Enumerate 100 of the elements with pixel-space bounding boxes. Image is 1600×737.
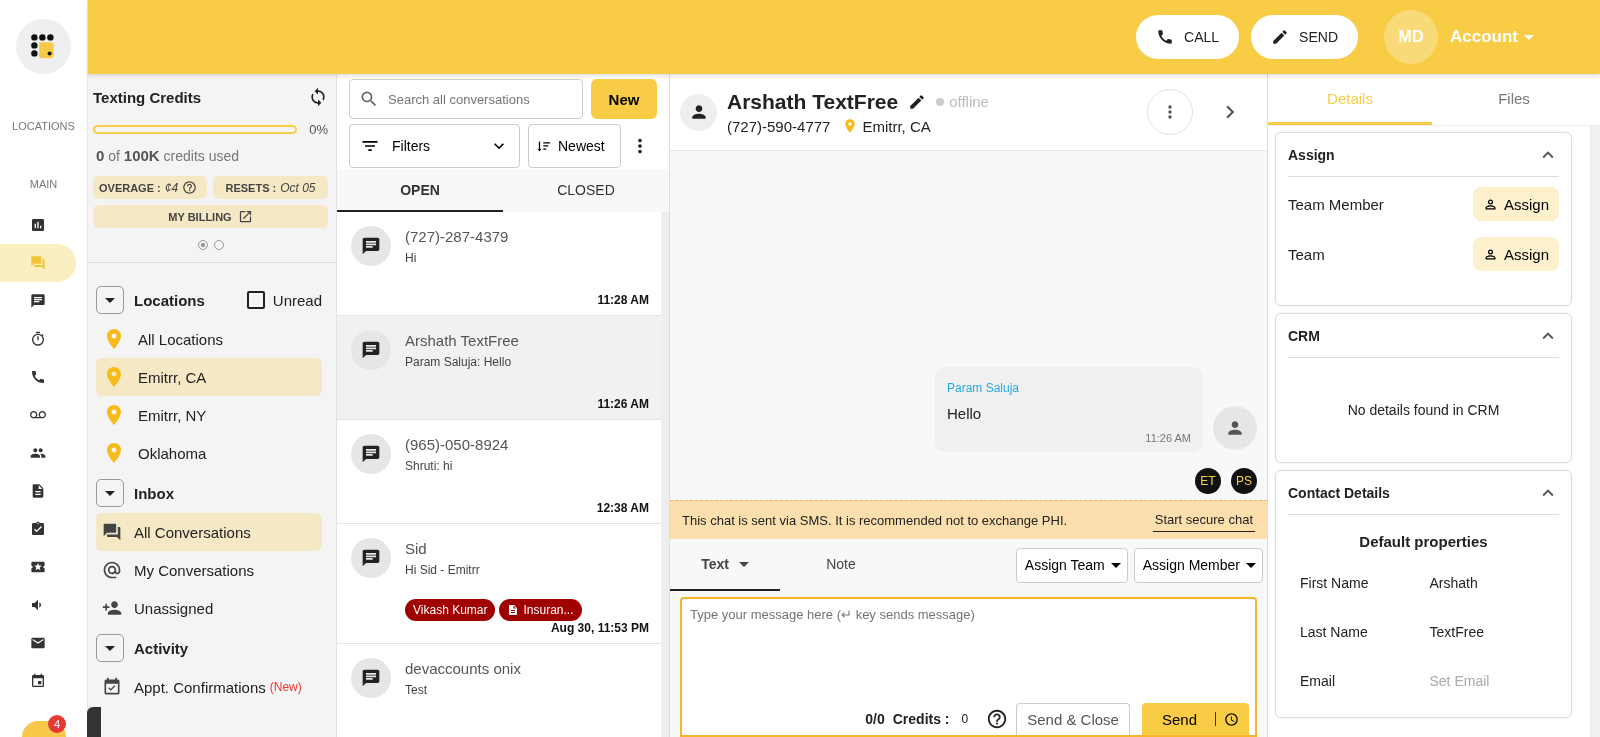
field-label: First Name [1300,574,1370,591]
people-icon [29,445,46,461]
calendar-icon [29,673,46,689]
person-avatar-icon [1213,406,1257,450]
section-subtitle: Default properties [1358,533,1489,550]
phone-icon [29,369,46,385]
participant-avatar: ET [1195,468,1221,494]
pencil-icon [1271,28,1290,46]
sidebar-item[interactable]: Emitrr, CA [96,358,322,396]
section-title: Inbox [134,484,174,502]
rail-section-label: MAIN [29,178,58,190]
message-time: 11:26 AM [1144,432,1191,444]
refresh-icon[interactable] [308,87,328,107]
credits-title: Texting Credits [93,88,202,106]
sidebar-item[interactable]: All Conversations [96,513,322,551]
contact-name: devaccounts onix [405,660,522,677]
percent-label: 0% [309,122,328,137]
message-preview: Shruti: hi [405,459,454,473]
contact-name: Sid [405,540,428,557]
caret-icon [105,297,115,303]
chat-icon [29,293,46,309]
new-button[interactable]: New [591,79,657,119]
page-dot[interactable] [197,240,208,250]
send-close-button[interactable]: Send & Close [1016,703,1130,735]
send-button[interactable]: Send [1141,703,1249,735]
collapse-handle[interactable] [87,707,101,737]
card-title: Contact Details [1288,484,1390,501]
search-field[interactable]: Search all conversations [349,79,583,119]
tag[interactable]: Vikash Kumar [405,599,496,621]
chat-bubbles-icon [29,255,46,271]
chat-avatar-icon [351,538,391,578]
message-preview: Param Saluja: Hello [405,355,513,369]
call-button[interactable]: CALL [1136,15,1240,59]
compose-tab[interactable]: Note [786,539,896,591]
chat-avatar-icon [351,658,391,698]
sidebar-item[interactable]: Emitrr, NY [96,396,322,434]
participant-avatar: PS [1231,468,1257,494]
collapse-toggle[interactable] [96,286,124,314]
field-value: TextFree [1429,623,1485,640]
caret-icon [105,490,115,496]
message-preview: Test [405,683,428,697]
help-icon[interactable] [182,180,198,195]
collapse-toggle[interactable] [96,479,124,507]
field-label: Team Member [1288,195,1384,213]
unread-checkbox[interactable]: Unread [246,291,322,309]
field-label: Email [1300,672,1336,689]
edit-icon[interactable] [908,92,927,111]
secure-chat-link[interactable]: Start secure chat [1152,508,1255,532]
message-time: 11:26 AM [596,397,649,411]
assign-button[interactable]: Assign [1472,187,1559,221]
message-input[interactable]: Type your message here (↵ key sends message) 0/0 Credits : 0 Send & Close Send [680,597,1257,737]
search-icon [359,89,379,109]
location-label: Emitrr, CA [862,117,931,135]
section-title: Activity [134,639,189,657]
notification-badge: 4 [48,715,66,733]
status-label: offline [936,93,989,110]
sidebar-item[interactable]: All Locations [96,320,322,358]
contact-name: (965)-050-8924 [405,436,510,453]
clock-icon [1224,711,1239,727]
person-avatar-icon [680,93,717,131]
bar-chart-icon [29,217,46,233]
billing-button[interactable]: MY BILLING [93,205,328,228]
caret-icon [105,645,115,651]
message-time: 11:28 AM [596,293,649,307]
send-button[interactable]: SEND [1251,15,1358,59]
new-label: (New) [269,680,302,694]
compose-tab[interactable]: Text [670,539,780,591]
sms-warning: This chat is sent via SMS. It is recommended not to exchange PHI. [682,512,1068,528]
tag[interactable]: Insuran... [499,599,582,621]
assign-button[interactable]: Assign [1472,237,1559,271]
filters-dropdown[interactable]: Filters [349,124,520,168]
sort-button[interactable]: Newest [528,124,621,168]
conversation-item[interactable]: Arshath TextFree Param Saluja: Hello 11:26 AM [337,316,661,420]
panel-tab[interactable]: Files [1432,74,1596,125]
sender-name: Param Saluja [947,381,1021,395]
phone-number: (727)-590-4777 [727,117,831,135]
collapse-toggle[interactable] [96,634,124,662]
assign-dropdown[interactable]: Assign Member [1133,547,1263,583]
status-tab[interactable]: CLOSED [503,169,669,212]
sidebar-item[interactable]: My Conversations [96,551,322,589]
message-preview: Hi [405,251,418,265]
contact-name: (727)-287-4379 [405,228,510,245]
sidebar-item[interactable]: Unassigned [96,589,322,627]
message-time: 12:38 AM [595,501,649,515]
help-icon[interactable] [986,708,1009,730]
contact-name: Arshath TextFree [405,332,520,349]
sidebar-item[interactable]: Oklahoma [96,434,322,472]
assign-dropdown[interactable]: Assign Team [1015,547,1128,583]
conversation-item[interactable]: devaccounts onix Test [337,644,661,737]
status-tab[interactable]: OPEN [337,169,503,212]
chat-avatar-icon [351,226,391,266]
conversation-item[interactable]: Sid Hi Sid - Emitrr Vikash Kumar Insuran... Aug 30, 11:53 PM [337,524,661,644]
resets-chip: RESETS : Oct 05 [213,176,328,199]
credits-label: Credits : [892,711,950,727]
conversation-item[interactable]: (965)-050-8924 Shruti: hi 12:38 AM [337,420,661,524]
external-link-icon [237,209,253,224]
overage-chip: OVERAGE : ¢4 [93,176,207,199]
sidebar-item[interactable]: Appt. Confirmations (New) [96,668,322,706]
clipboard-check-icon [29,521,46,537]
phone-icon [1156,28,1175,46]
